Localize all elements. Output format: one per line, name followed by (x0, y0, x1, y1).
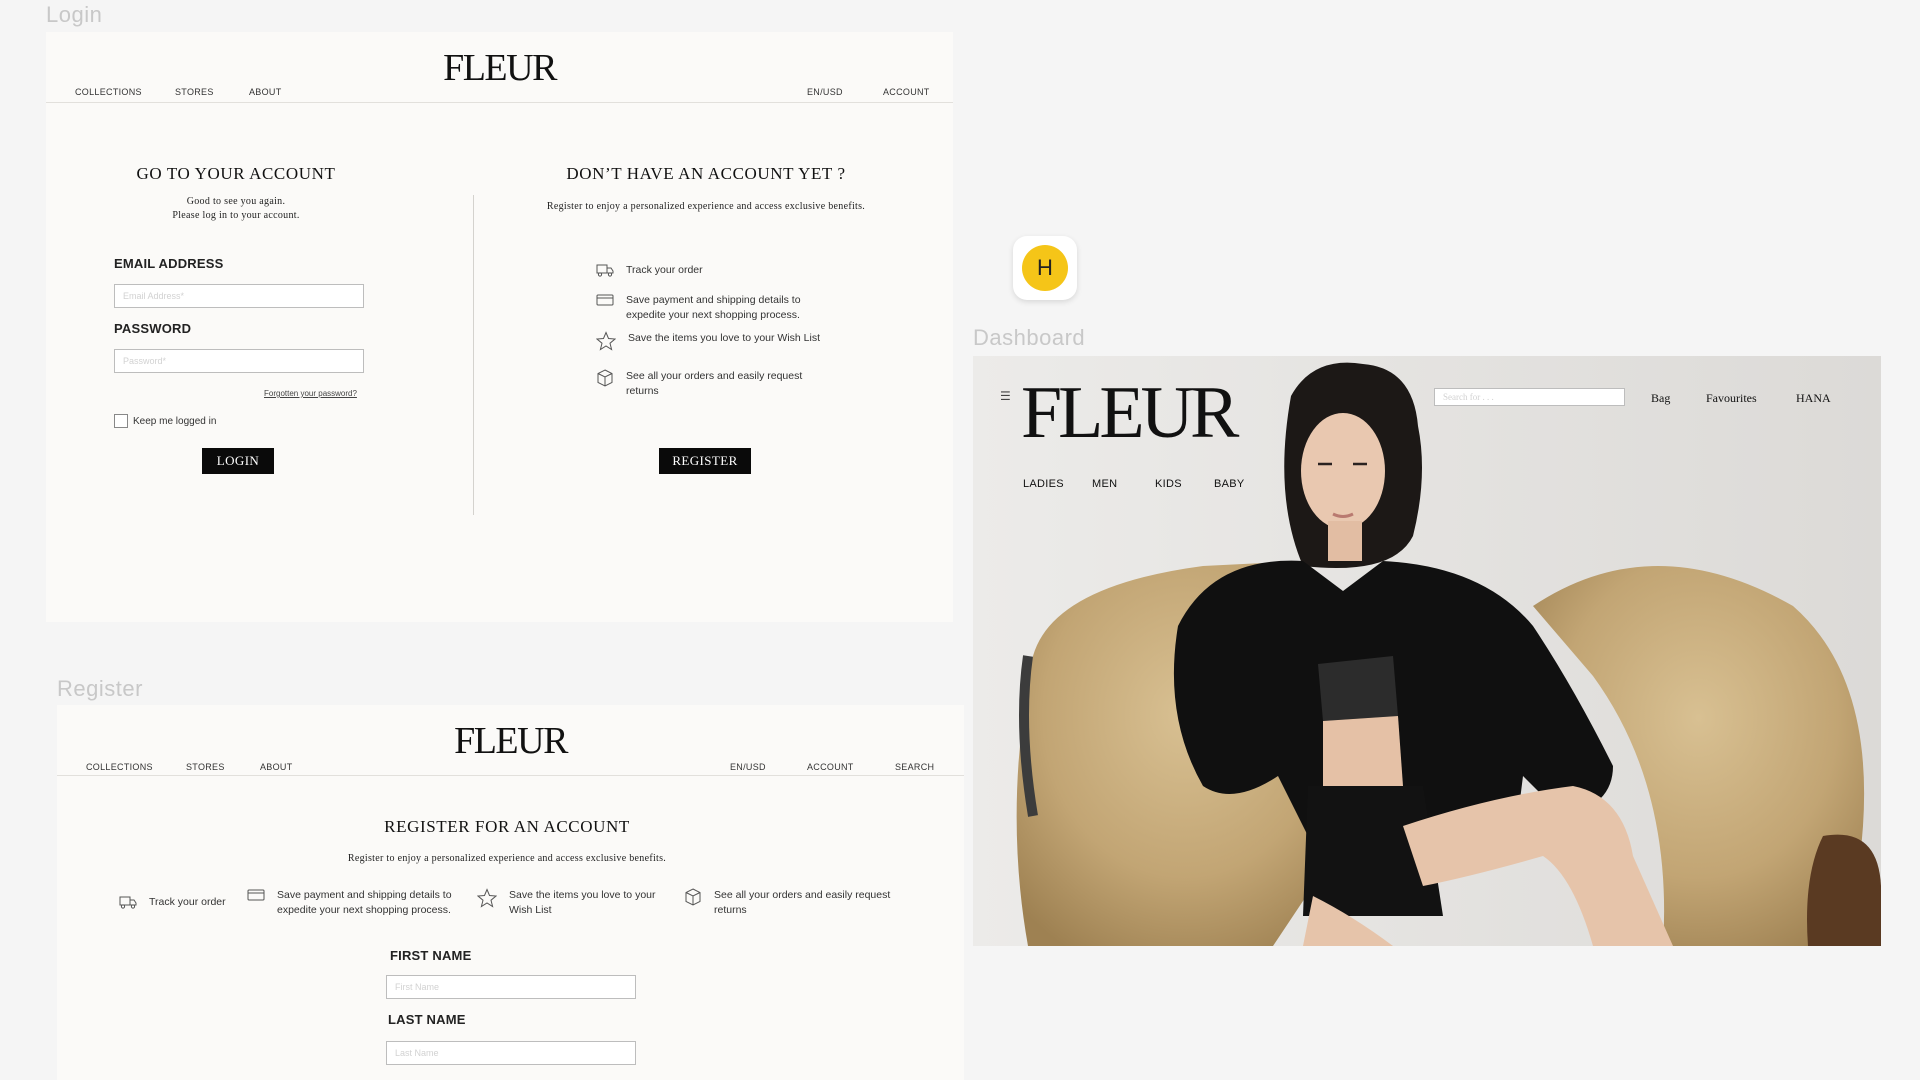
benefit-payment: Save payment and shipping details to exp… (247, 888, 477, 918)
menu-icon[interactable]: ☰ (1000, 389, 1011, 403)
email-input[interactable] (114, 284, 364, 308)
register-title: REGISTER FOR AN ACCOUNT (384, 817, 630, 836)
benefit-text: Save payment and shipping details to exp… (626, 294, 801, 321)
benefit-payment: Save payment and shipping details to exp… (596, 293, 826, 323)
login-nav-bar: FLEUR COLLECTIONS STORES ABOUT EN/USD AC… (46, 32, 953, 103)
nav-link-stores[interactable]: STORES (175, 87, 214, 97)
nav-link-collections[interactable]: COLLECTIONS (86, 762, 153, 772)
frame-label-dashboard: Dashboard (973, 325, 1086, 350)
signup-title: DON’T HAVE AN ACCOUNT YET ? (566, 164, 846, 183)
category-kids[interactable]: KIDS (1155, 478, 1182, 490)
nav-user[interactable]: HANA (1796, 391, 1831, 406)
benefit-text: Track your order (149, 896, 226, 908)
brand-logo[interactable]: FLEUR (454, 719, 568, 763)
star-icon (596, 331, 616, 351)
avatar-badge[interactable]: H (1013, 236, 1077, 300)
forgot-password-link[interactable]: Forgotten your password? (264, 389, 357, 398)
avatar-initial: H (1037, 255, 1053, 280)
login-title: GO TO YOUR ACCOUNT (136, 164, 336, 183)
benefit-text: Save the items you love to your Wish Lis… (509, 889, 656, 916)
frame-label-register: Register (57, 676, 143, 701)
email-label: EMAIL ADDRESS (114, 256, 224, 271)
vertical-divider (473, 195, 474, 515)
first-name-input[interactable] (386, 975, 636, 999)
box-icon (685, 888, 701, 906)
benefit-track: Track your order (596, 263, 826, 278)
nav-link-stores[interactable]: STORES (186, 762, 225, 772)
dashboard-frame: ☰ FLEUR LADIES MEN KIDS BABY Bag Favouri… (973, 356, 1881, 946)
register-subtitle: Register to enjoy a personalized experie… (347, 853, 667, 864)
benefit-text: See all your orders and easily request r… (626, 370, 803, 397)
benefit-orders: See all your orders and easily request r… (684, 888, 914, 918)
last-name-label: LAST NAME (388, 1012, 466, 1027)
nav-link-collections[interactable]: COLLECTIONS (75, 87, 142, 97)
frame-label-login: Login (46, 2, 103, 27)
first-name-label: FIRST NAME (390, 948, 472, 963)
card-icon (247, 889, 265, 901)
keep-logged-in-label: Keep me logged in (133, 416, 217, 427)
benefit-wishlist: Save the items you love to your Wish Lis… (477, 888, 677, 918)
login-button[interactable]: LOGIN (202, 448, 274, 474)
category-men[interactable]: MEN (1092, 478, 1117, 490)
star-icon (477, 888, 497, 908)
nav-link-about[interactable]: ABOUT (260, 762, 293, 772)
nav-favourites[interactable]: Favourites (1706, 391, 1757, 406)
benefit-text: See all your orders and easily request r… (714, 889, 891, 916)
nav-bag[interactable]: Bag (1651, 391, 1670, 406)
last-name-input[interactable] (386, 1041, 636, 1065)
category-ladies[interactable]: LADIES (1023, 478, 1064, 490)
nav-link-account[interactable]: ACCOUNT (883, 87, 930, 97)
nav-link-language[interactable]: EN/USD (730, 762, 766, 772)
truck-icon (596, 264, 614, 277)
signup-subtitle: Register to enjoy a personalized experie… (546, 201, 866, 212)
password-input[interactable] (114, 349, 364, 373)
register-button[interactable]: REGISTER (659, 448, 751, 474)
nav-link-account[interactable]: ACCOUNT (807, 762, 854, 772)
benefit-text: Track your order (626, 264, 703, 276)
benefit-text: Save payment and shipping details to exp… (277, 889, 452, 916)
register-nav-bar: FLEUR COLLECTIONS STORES ABOUT EN/USD AC… (57, 705, 964, 776)
avatar: H (1022, 245, 1068, 291)
nav-link-language[interactable]: EN/USD (807, 87, 843, 97)
truck-icon (119, 896, 137, 909)
login-subtitle-1: Good to see you again. (186, 196, 286, 207)
register-frame: FLEUR COLLECTIONS STORES ABOUT EN/USD AC… (57, 705, 964, 1080)
benefit-orders: See all your orders and easily request r… (596, 369, 826, 399)
nav-link-search[interactable]: SEARCH (895, 762, 934, 772)
benefit-wishlist: Save the items you love to your Wish Lis… (596, 331, 826, 351)
category-baby[interactable]: BABY (1214, 478, 1245, 490)
keep-logged-in-checkbox[interactable] (114, 414, 128, 428)
box-icon (597, 369, 613, 387)
search-input[interactable] (1434, 388, 1625, 406)
login-frame: FLEUR COLLECTIONS STORES ABOUT EN/USD AC… (46, 32, 953, 622)
card-icon (596, 294, 614, 306)
brand-logo[interactable]: FLEUR (443, 46, 557, 90)
password-label: PASSWORD (114, 321, 192, 336)
login-subtitle-2: Please log in to your account. (172, 210, 300, 221)
dashboard-logo[interactable]: FLEUR (1021, 376, 1239, 450)
benefit-track: Track your order (119, 895, 249, 910)
nav-link-about[interactable]: ABOUT (249, 87, 282, 97)
benefit-text: Save the items you love to your Wish Lis… (628, 332, 820, 344)
